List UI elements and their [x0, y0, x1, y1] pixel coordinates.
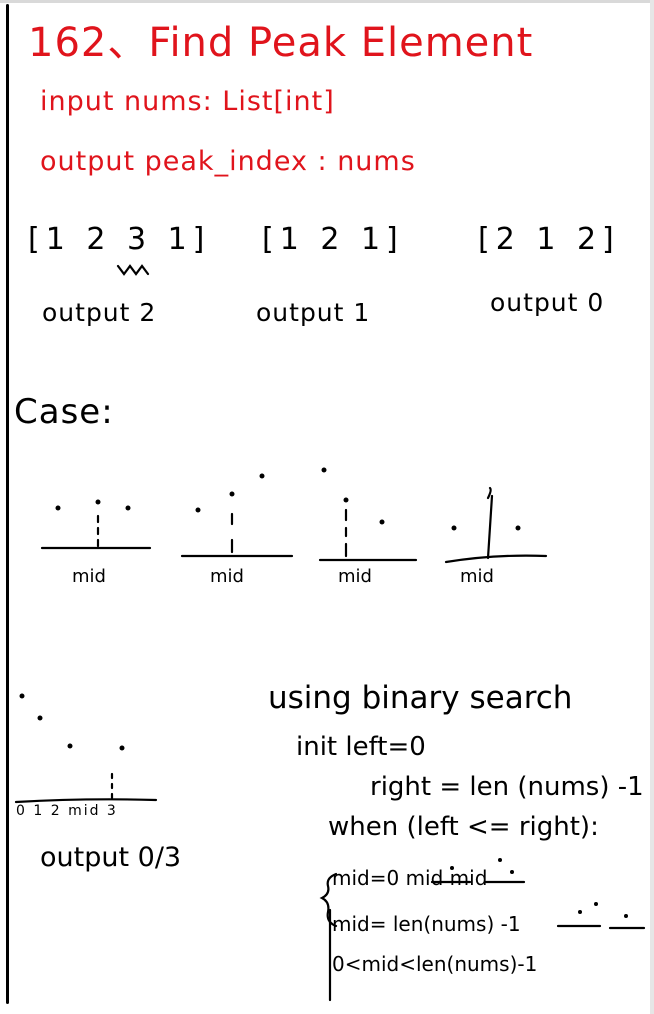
peak-squiggle [116, 264, 150, 276]
title-underline-stroke [150, 38, 210, 40]
case-4-sketch [444, 486, 548, 564]
case-1-sketch [40, 499, 152, 550]
hand-drawn-sketches [14, 38, 646, 1002]
case-2-sketch [180, 473, 294, 558]
case-3-sketch [318, 467, 418, 562]
edge-case-sketch [14, 693, 158, 804]
branch-mini-sketches [430, 858, 646, 930]
notebook-page: 162、Find Peak Element input nums: List[i… [0, 0, 654, 1014]
